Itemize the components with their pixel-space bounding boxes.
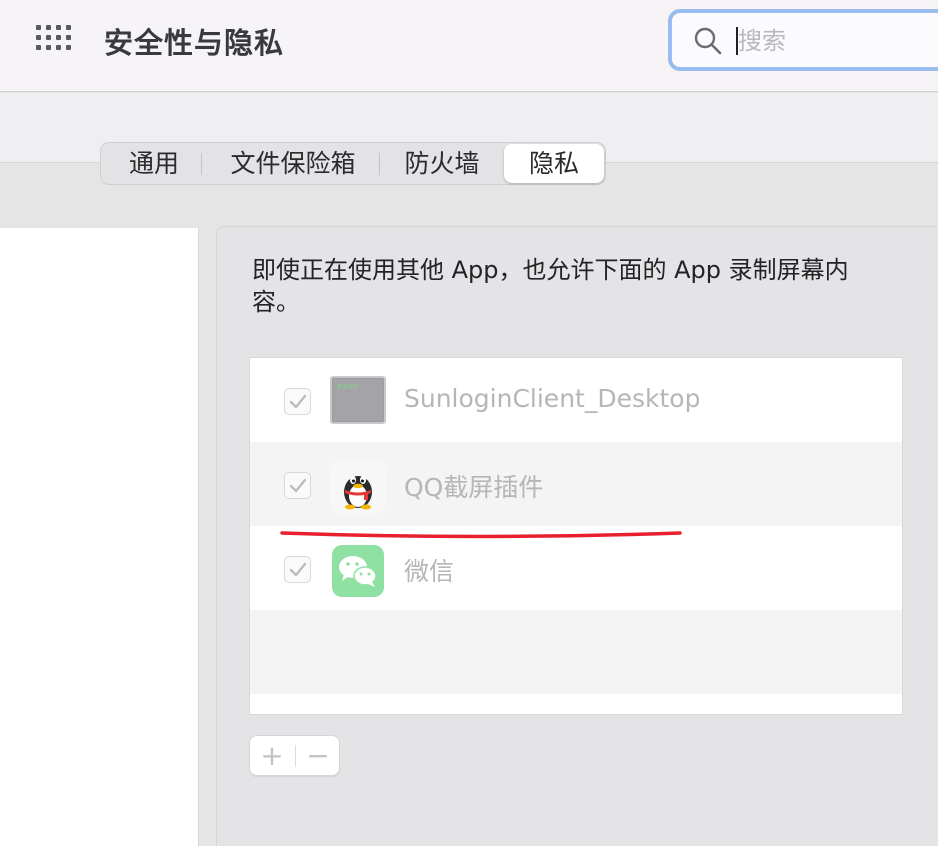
checkmark-icon	[289, 478, 307, 493]
tab-separator	[379, 153, 380, 175]
tab-control: 通用 文件保险箱 防火墙 隐私	[100, 142, 606, 185]
search-field[interactable]	[668, 9, 938, 71]
tab-general[interactable]: 通用	[107, 143, 201, 184]
show-all-grid-icon[interactable]	[36, 25, 76, 57]
toolbar: 安全性与隐私	[0, 0, 938, 92]
search-icon	[694, 27, 722, 55]
list-item[interactable]: QQ截屏插件	[250, 442, 902, 526]
app-name: QQ截屏插件	[404, 473, 544, 502]
checkmark-icon	[289, 394, 307, 409]
app-name: 微信	[404, 557, 455, 586]
app-checkbox[interactable]	[284, 556, 311, 583]
app-list[interactable]: exec SunloginClient_Desktop QQ截屏插件 微信	[249, 357, 903, 715]
add-remove-control: + −	[249, 735, 340, 776]
app-checkbox[interactable]	[284, 388, 311, 415]
tab-firewall[interactable]: 防火墙	[386, 143, 498, 184]
add-app-button[interactable]: +	[250, 736, 294, 775]
checkmark-icon	[289, 562, 307, 577]
privacy-service-list[interactable]	[0, 228, 199, 846]
tab-filevault[interactable]: 文件保险箱	[208, 143, 378, 184]
list-item[interactable]: 微信	[250, 526, 902, 610]
tab-separator	[201, 153, 202, 175]
list-item[interactable]: exec SunloginClient_Desktop	[250, 358, 902, 442]
exec-terminal-icon: exec	[330, 375, 386, 431]
qq-penguin-icon	[330, 459, 386, 515]
search-input[interactable]	[738, 23, 938, 59]
empty-row	[250, 610, 902, 694]
wechat-icon	[330, 543, 386, 599]
remove-app-button[interactable]: −	[296, 736, 340, 775]
screen-recording-description: 即使正在使用其他 App，也允许下面的 App 录制屏幕内容。	[252, 256, 849, 316]
app-checkbox[interactable]	[284, 472, 311, 499]
app-name: SunloginClient_Desktop	[404, 384, 701, 413]
exec-label: exec	[337, 382, 359, 392]
window-title: 安全性与隐私	[104, 26, 285, 60]
tab-privacy[interactable]: 隐私	[504, 144, 604, 183]
